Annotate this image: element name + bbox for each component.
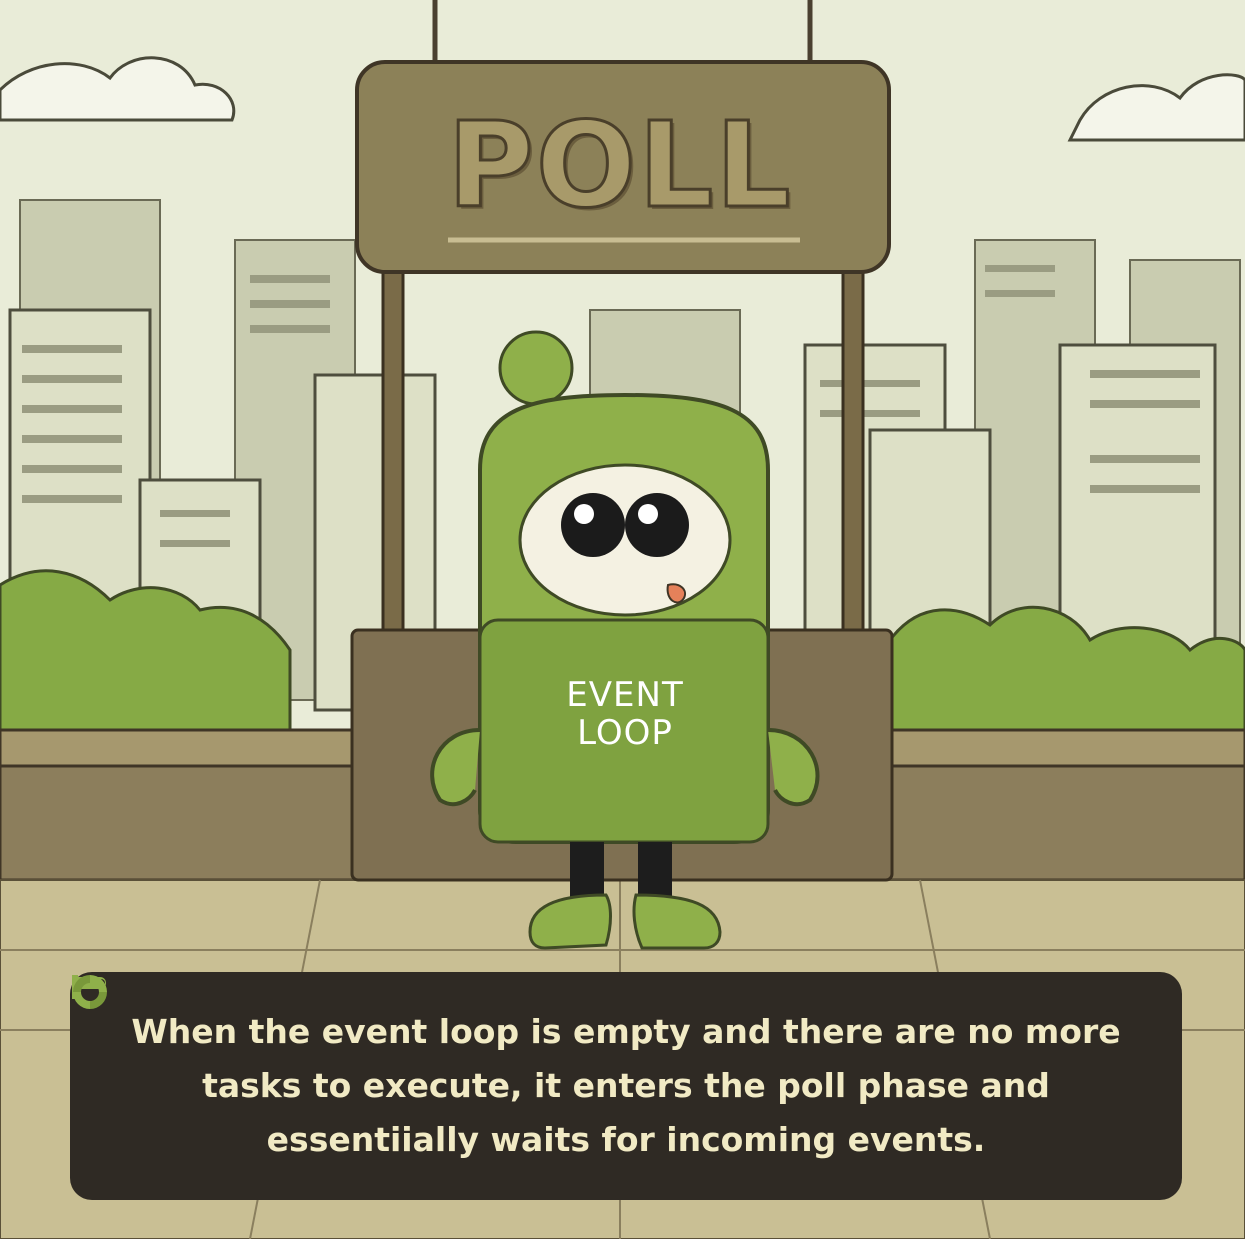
caption-text: When the event loop is empty and there a… [72, 975, 1152, 1167]
shirt-label-line1: EVENT [566, 675, 684, 715]
recycle-icon [73, 975, 107, 1009]
tongue [666, 583, 686, 604]
caption-part-1: When the event loop is empty and there a… [131, 1012, 1014, 1051]
shirt-label-line2: LOOP [577, 713, 673, 753]
shirt-label: EVENT LOOP [500, 676, 750, 752]
illustration-scene: POLL EVENT LOOP When the event loop is e… [0, 0, 1245, 1239]
antenna-ball [498, 330, 574, 406]
right-eye [625, 493, 689, 557]
right-leg [638, 842, 672, 897]
character-face [518, 463, 732, 617]
sign-title: POLL [446, 95, 793, 236]
left-eye [561, 493, 625, 557]
left-leg [570, 842, 604, 897]
caption-box: When the event loop is empty and there a… [70, 972, 1182, 1200]
